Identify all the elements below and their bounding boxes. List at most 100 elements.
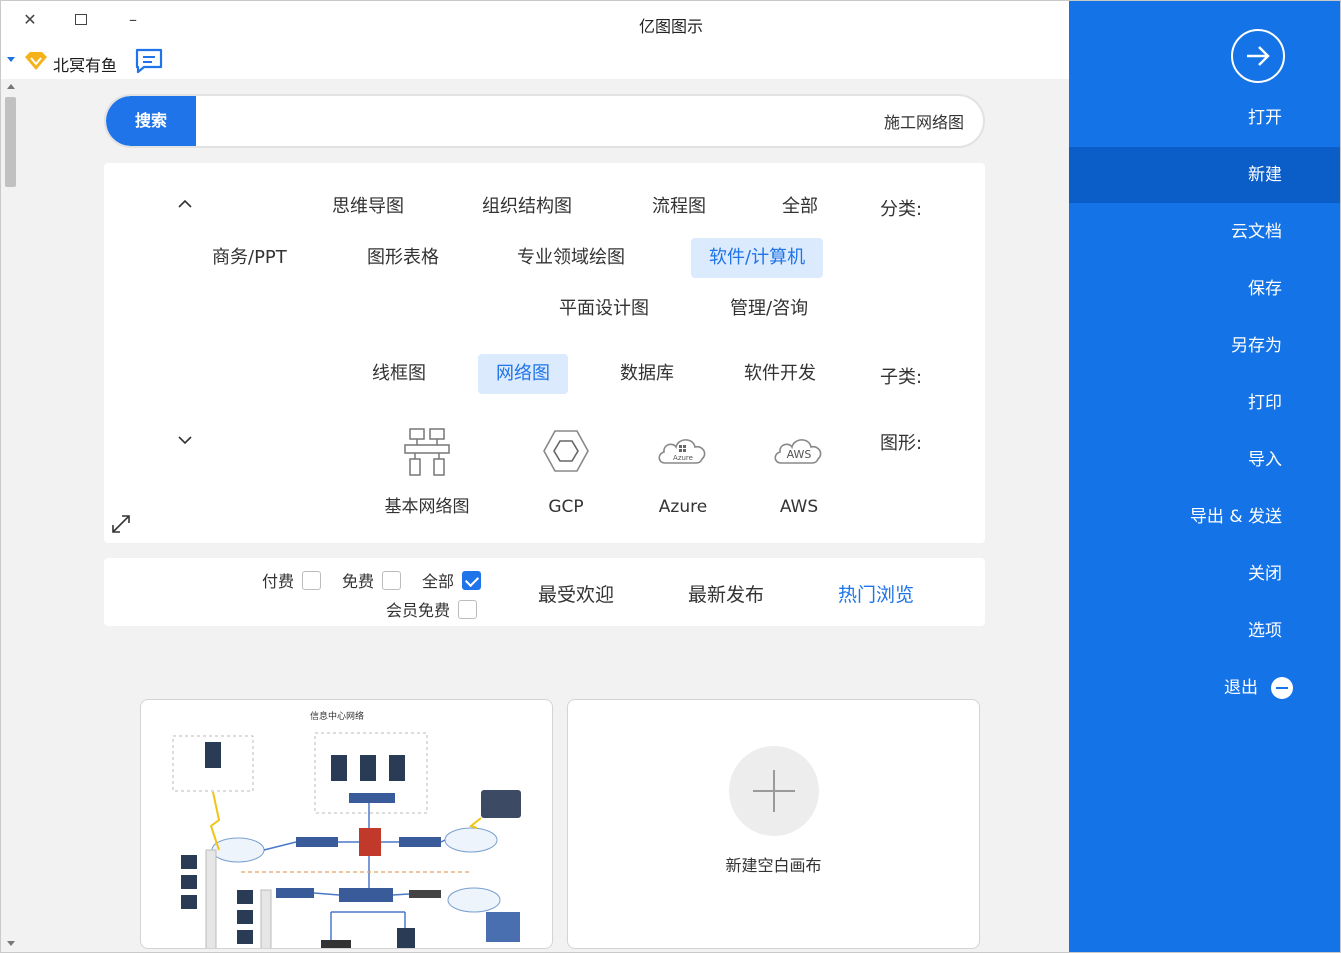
shape-gcp-label: GCP [548,497,584,517]
category-org-chart[interactable]: 组织结构图 [464,187,590,227]
azure-cloud-icon: Azure [658,439,706,464]
sidebar-item-label: 打印 [1248,393,1282,413]
file-sidebar: 打开 新建 云文档 保存 另存为 打印 导入 导出 & 发送 关闭 选项 退出 [1069,1,1340,952]
shape-aws[interactable]: AWS AWS [744,427,854,517]
network-thumbnail-title: 信息中心网络 [310,710,364,722]
sidebar-item-label: 导入 [1248,450,1282,470]
sort-bar: 热门浏览 最新发布 最受欢迎 全部 免费 付费 会员免费 [104,558,985,626]
maximize-icon [75,14,87,25]
vip-badge-icon [25,52,47,70]
shape-basic-network[interactable]: 基本网络图 [372,427,482,517]
checkbox-icon[interactable] [302,570,322,590]
checkbox-checked-icon[interactable] [462,570,482,590]
subcategory-label: 子类: [880,367,923,388]
arrow-right-icon [1247,46,1270,66]
shape-basic-network-label: 基本网络图 [384,497,470,517]
filter-member-free-checkbox[interactable]: 会员免费 [386,597,478,621]
category-label: 分类: [880,199,923,220]
template-card-network[interactable]: 信息中心网络 [140,699,553,949]
filter-paid-label: 付费 [262,572,295,591]
maximize-window-button[interactable] [69,9,93,31]
filter-all-checkbox[interactable]: 全部 [422,568,482,592]
sidebar-item-label: 新建 [1248,165,1282,185]
sidebar-item-label: 云文档 [1231,222,1282,242]
message-icon[interactable] [134,47,164,75]
svg-text:AWS: AWS [787,448,812,461]
search-button[interactable]: 搜索 [106,96,196,146]
close-window-button[interactable]: ✕ [18,9,42,31]
search-bar: 搜索 [104,94,985,148]
checkbox-icon[interactable] [458,599,478,619]
svg-text:Azure: Azure [673,454,693,462]
sidebar-item-label: 关闭 [1248,564,1282,584]
app-window: ✕ – 亿图图示 北冥有鱼 搜索 施工网络图 分类: 全部 流程图 组织结构图 … [0,0,1341,953]
sidebar-item-options[interactable]: 选项 [1069,603,1340,659]
sidebar-item-label: 导出 & 发送 [1189,507,1282,527]
aws-cloud-icon: AWS [774,439,822,464]
sidebar-item-label: 退出 [1224,678,1258,698]
sidebar-item-cloud-docs[interactable]: 云文档 [1069,204,1340,260]
user-name[interactable]: 北冥有鱼 [53,52,117,76]
subcategory-network[interactable]: 网络图 [478,354,568,394]
tab-popular[interactable]: 最受欢迎 [538,580,614,607]
sidebar-item-export-send[interactable]: 导出 & 发送 [1069,489,1340,545]
tab-newest[interactable]: 最新发布 [688,580,764,607]
filter-panel: 分类: 全部 流程图 组织结构图 思维导图 软件/计算机 专业领域绘图 图形表格… [104,163,985,543]
filter-free-label: 免费 [342,572,375,591]
sidebar-item-label: 选项 [1248,621,1282,641]
sidebar-item-label: 保存 [1248,279,1282,299]
shapes-label: 图形: [880,433,923,454]
sidebar-item-open[interactable]: 打开 [1069,90,1340,146]
tab-hot[interactable]: 热门浏览 [838,580,914,607]
minimize-window-button[interactable]: – [121,9,145,31]
new-blank-label: 新建空白画布 [725,856,822,875]
plus-icon [729,746,819,836]
category-graphic-design[interactable]: 平面设计图 [541,289,667,329]
category-all[interactable]: 全部 [764,187,836,227]
search-input[interactable] [202,96,972,146]
category-graphic-table[interactable]: 图形表格 [349,238,457,278]
basic-network-icon [404,428,450,476]
template-card-new-blank[interactable]: 新建空白画布 [567,699,980,949]
category-software[interactable]: 软件/计算机 [691,238,824,278]
shape-gcp[interactable]: GCP [511,427,621,517]
category-mindmap[interactable]: 思维导图 [314,187,422,227]
chevron-up-icon[interactable] [178,197,192,211]
sidebar-item-print[interactable]: 打印 [1069,375,1340,431]
category-management[interactable]: 管理/咨询 [712,289,826,329]
sidebar-item-new[interactable]: 新建 [1069,147,1340,203]
minus-circle-icon [1271,677,1293,699]
checkbox-icon[interactable] [382,570,402,590]
user-menu-caret-icon[interactable] [7,57,15,62]
shape-azure-label: Azure [658,497,708,517]
scrollbar-track[interactable] [4,83,17,951]
subcategory-wireframe[interactable]: 线框图 [354,354,444,394]
subcategory-database[interactable]: 数据库 [602,354,692,394]
app-title: 亿图图示 [638,17,703,36]
sidebar-item-save[interactable]: 保存 [1069,261,1340,317]
subcategory-software-dev[interactable]: 软件开发 [726,354,834,394]
chevron-down-icon[interactable] [178,433,192,447]
shape-azure[interactable]: Azure Azure [628,427,738,517]
expand-icon[interactable] [110,513,132,535]
scrollbar-thumb[interactable] [5,97,16,187]
filter-all-label: 全部 [422,572,455,591]
category-professional[interactable]: 专业领域绘图 [499,238,643,278]
shape-aws-label: AWS [779,497,819,517]
plus-icon-vertical [773,770,775,812]
sidebar-item-import[interactable]: 导入 [1069,432,1340,488]
filter-paid-checkbox[interactable]: 付费 [262,568,322,592]
sidebar-item-exit[interactable]: 退出 [1069,660,1340,716]
category-flowchart[interactable]: 流程图 [634,187,724,227]
back-button[interactable] [1231,29,1285,83]
filter-member-free-label: 会员免费 [386,601,451,620]
sidebar-item-label: 打开 [1248,108,1282,128]
filter-free-checkbox[interactable]: 免费 [342,568,402,592]
sidebar-item-save-as[interactable]: 另存为 [1069,318,1340,374]
category-business-ppt[interactable]: 商务/PPT [194,238,305,278]
user-bar: 北冥有鱼 [1,43,1069,79]
scroll-down-icon[interactable] [7,941,15,946]
scroll-up-icon[interactable] [7,84,15,89]
network-diagram-thumbnail: 信息中心网络 [172,710,521,948]
sidebar-item-close[interactable]: 关闭 [1069,546,1340,602]
